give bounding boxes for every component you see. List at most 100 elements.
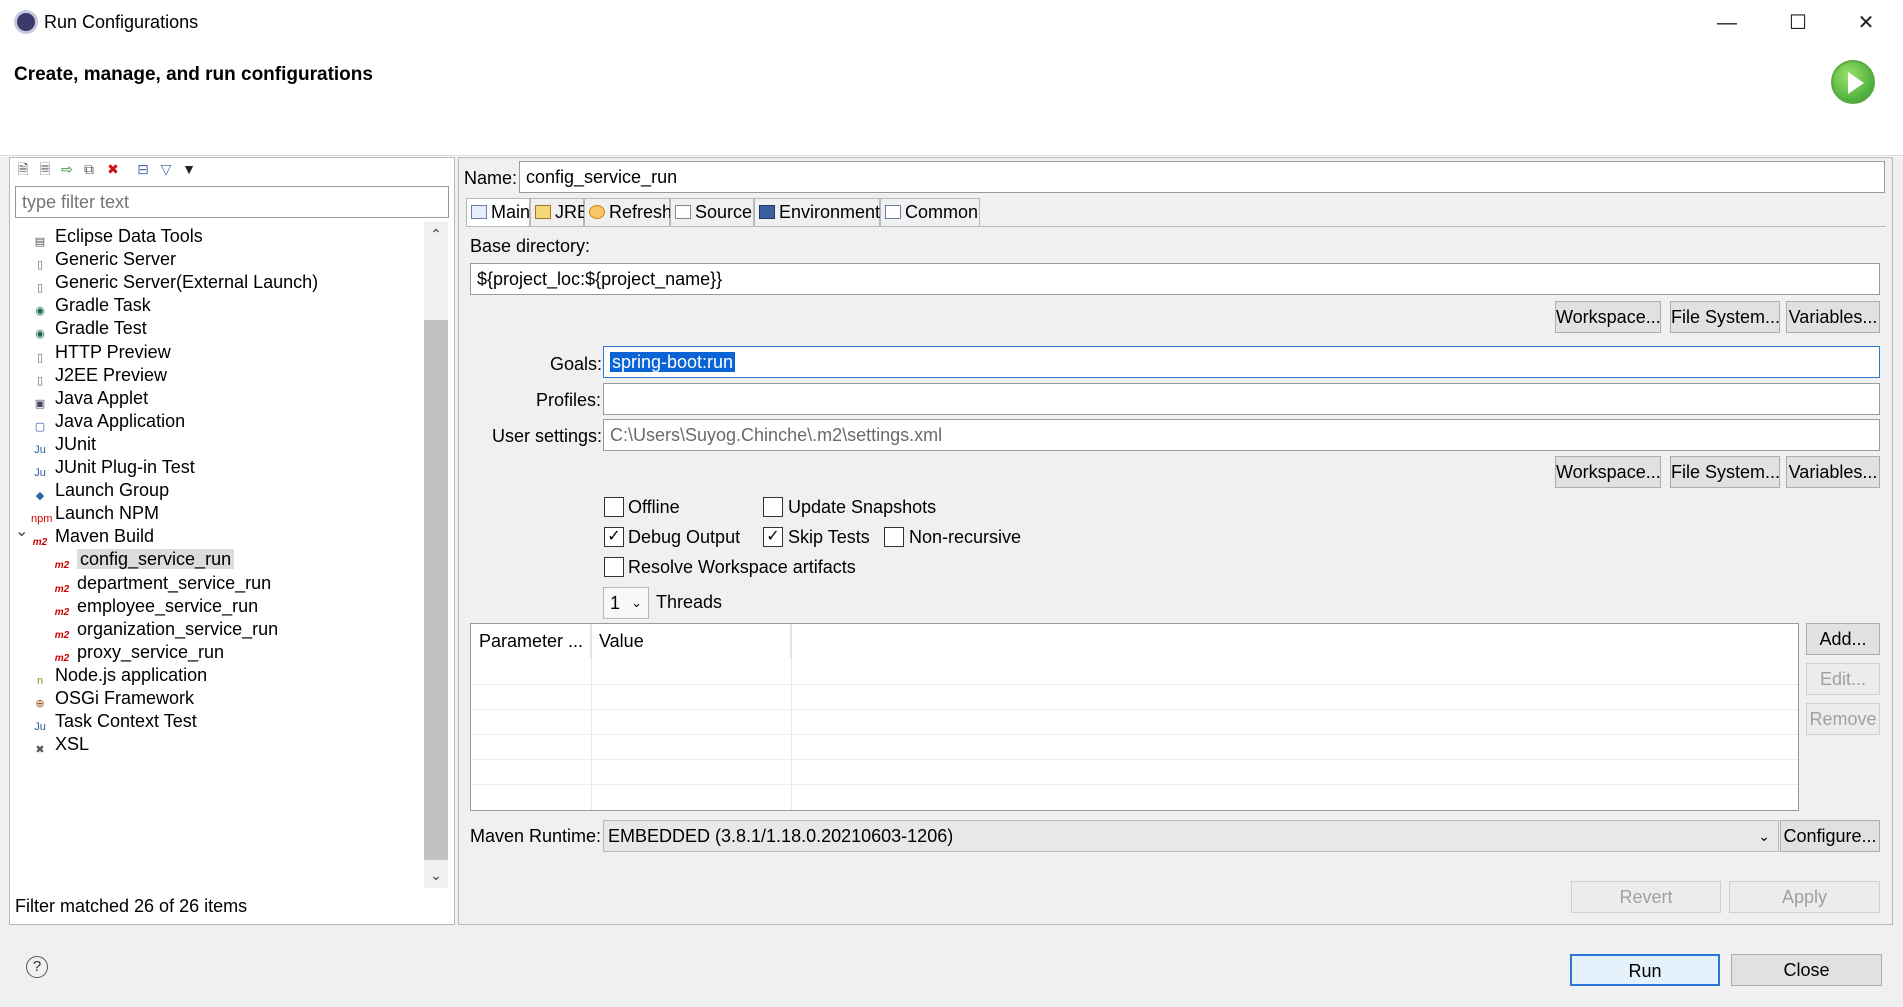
title-bar (0, 0, 1903, 46)
maven-runtime-label: Maven Runtime: (470, 826, 602, 846)
column-divider (591, 624, 592, 810)
table-row-divider (471, 709, 1798, 710)
new-config-icon[interactable]: 🗎 (14, 160, 32, 178)
tree-item-label: JUnit (55, 433, 97, 454)
dialog-header (0, 46, 1903, 156)
duplicate-icon[interactable]: ⧉ (80, 160, 98, 178)
filter-status: Filter matched 26 of 26 items (15, 896, 248, 916)
value-column-header[interactable]: Value (591, 624, 791, 658)
maven-runtime-select[interactable]: EMBEDDED (3.8.1/1.18.0.20210603-1206) ⌄ (603, 820, 1779, 852)
skip-tests-label: Skip Tests (788, 527, 870, 547)
tree-item-label: Task Context Test (55, 711, 197, 732)
window-title: Run Configurations (44, 12, 199, 32)
name-label: Name: (464, 168, 518, 188)
offline-checkbox[interactable] (604, 497, 624, 517)
filter-icon[interactable]: ▽ (157, 160, 175, 178)
tree-item-label: config_service_run (77, 549, 235, 570)
source-tab-icon (675, 205, 691, 219)
revert-button[interactable]: Revert (1571, 881, 1721, 913)
non-recursive-checkbox[interactable] (884, 527, 904, 547)
tree-item-label: OSGi Framework (55, 688, 195, 708)
tree-item-label: Gradle Task (55, 295, 151, 316)
tab-jre[interactable]: JRE (530, 198, 589, 226)
tab-main[interactable]: Main (466, 198, 530, 227)
offline-label: Offline (628, 497, 680, 517)
configuration-tree: ▤ Eclipse Data Tools ▯ Generic Server ▯ Gener… (15, 222, 425, 888)
name-field[interactable]: config_service_run (519, 161, 1885, 193)
resolve-workspace-label: Resolve Workspace artifacts (628, 557, 856, 577)
threads-select[interactable]: 1 ⌄ (603, 587, 649, 619)
user-settings-field[interactable]: C:\Users\Suyog.Chinche\.m2\settings.xml (603, 419, 1880, 451)
apply-button[interactable]: Apply (1729, 881, 1880, 913)
base-directory-field[interactable]: ${project_loc:${project_name}} (470, 263, 1880, 295)
export-icon[interactable]: ⇨ (58, 160, 76, 178)
tree-item-label: employee_service_run (77, 595, 259, 616)
chevron-down-icon: ⌄ (631, 595, 642, 610)
table-row-divider (471, 759, 1798, 760)
profiles-field[interactable] (603, 383, 1880, 415)
workspace-button-settings[interactable]: Workspace... (1555, 456, 1661, 488)
minimize-button[interactable]: — (1707, 8, 1747, 38)
tab-refresh[interactable]: Refresh (584, 198, 672, 226)
tree-item-label: Java Application (55, 410, 186, 431)
new-prototype-icon[interactable]: 🗏 (36, 160, 54, 178)
tree-item-label: Node.js application (55, 664, 208, 685)
table-row-divider (471, 734, 1798, 735)
tree-item-label: Java Applet (55, 387, 149, 408)
resolve-workspace-checkbox[interactable] (604, 557, 624, 577)
help-icon[interactable]: ? (26, 956, 48, 978)
table-row-divider (471, 684, 1798, 685)
tab-environment[interactable]: Environment (754, 198, 880, 226)
dialog-header-title: Create, manage, and run configurations (14, 64, 373, 85)
tree-scrollbar-thumb[interactable] (424, 320, 448, 860)
user-settings-label: User settings: (492, 426, 603, 446)
file-system-button-settings[interactable]: File System... (1670, 456, 1780, 488)
tree-item-label: XSL (55, 734, 90, 755)
delete-icon[interactable]: ✖ (104, 160, 122, 178)
tree-item-label: Maven Build (55, 526, 155, 547)
refresh-tab-icon (589, 205, 605, 219)
update-snapshots-checkbox[interactable] (763, 497, 783, 517)
tab-source[interactable]: Source (670, 198, 754, 226)
column-divider (791, 624, 792, 810)
collapse-all-icon[interactable]: ⊟ (134, 160, 152, 178)
parameters-table[interactable]: Parameter ... Value (470, 623, 1799, 811)
configure-button[interactable]: Configure... (1780, 820, 1880, 852)
table-row-divider (471, 784, 1798, 785)
xsl-icon: ✖ (35, 744, 45, 757)
chevron-down-icon: ⌄ (1758, 828, 1770, 844)
scroll-down-icon[interactable]: ⌄ (424, 863, 448, 887)
debug-output-checkbox[interactable]: ✓ (604, 527, 624, 547)
parameter-column-header[interactable]: Parameter ... (471, 624, 591, 658)
tree-item-label: proxy_service_run (77, 641, 225, 662)
add-parameter-button[interactable]: Add... (1806, 623, 1880, 655)
non-recursive-label: Non-recursive (909, 527, 1022, 547)
workspace-button-base[interactable]: Workspace... (1555, 301, 1661, 333)
remove-parameter-button[interactable]: Remove (1806, 703, 1880, 735)
filter-input[interactable] (15, 186, 449, 218)
run-button[interactable]: Run (1570, 954, 1720, 986)
base-directory-label: Base directory: (470, 236, 591, 256)
goals-field[interactable]: spring-boot:run (603, 346, 1880, 378)
close-window-button[interactable]: ✕ (1846, 8, 1886, 38)
threads-label: Threads (656, 592, 723, 612)
jre-tab-icon (535, 205, 551, 219)
edit-parameter-button[interactable]: Edit... (1806, 663, 1880, 695)
view-menu-icon[interactable]: ▼ (180, 160, 198, 178)
variables-button-settings[interactable]: Variables... (1786, 456, 1880, 488)
file-system-button-base[interactable]: File System... (1670, 301, 1780, 333)
scroll-up-icon[interactable]: ⌃ (424, 222, 448, 246)
tab-common[interactable]: Common (880, 198, 980, 226)
tree-item-label: department_service_run (77, 572, 272, 593)
environment-tab-icon (759, 205, 775, 219)
variables-button-base[interactable]: Variables... (1786, 301, 1880, 333)
chevron-down-icon[interactable]: ⌄ (15, 518, 28, 546)
eclipse-icon (14, 10, 38, 34)
goals-value: spring-boot:run (610, 352, 736, 372)
skip-tests-checkbox[interactable]: ✓ (763, 527, 783, 547)
close-button[interactable]: Close (1731, 954, 1882, 986)
tree-item[interactable]: ✖ XSL (31, 730, 89, 758)
maximize-button[interactable]: ☐ (1778, 8, 1818, 38)
main-tab-icon (471, 205, 487, 219)
update-snapshots-label: Update Snapshots (788, 497, 937, 517)
